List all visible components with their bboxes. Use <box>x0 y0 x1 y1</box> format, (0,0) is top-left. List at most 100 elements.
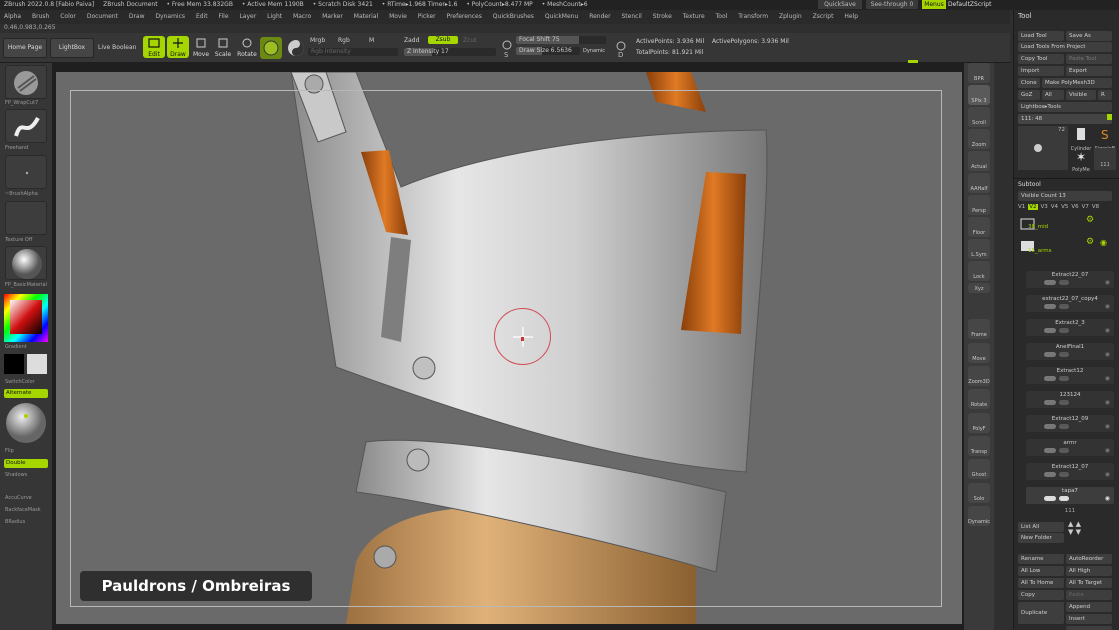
make-polymesh-button[interactable]: Make PolyMesh3D <box>1042 78 1112 88</box>
toggle-icon[interactable] <box>1059 496 1069 501</box>
draw-button[interactable]: Draw <box>167 36 189 58</box>
all-low-button[interactable]: All Low <box>1018 566 1064 576</box>
subtool-row[interactable]: Extract2_3 ◉ <box>1026 319 1114 336</box>
menu-render[interactable]: Render <box>589 13 610 20</box>
new-folder-button[interactable]: New Folder <box>1018 533 1064 543</box>
load-tool-button[interactable]: Load Tool <box>1018 31 1064 41</box>
menu-quickbrushes[interactable]: QuickBrushes <box>493 13 534 20</box>
subtool-row[interactable]: Extract22_07 ◉ <box>1026 271 1114 288</box>
flip-button[interactable]: Flip <box>5 448 14 454</box>
rgb-intensity-slider[interactable]: Rgb Intensity <box>308 48 398 56</box>
copy-button[interactable]: Copy <box>1018 590 1064 600</box>
dynamic-view-button[interactable]: Dynamic <box>968 506 990 526</box>
bradius-button[interactable]: BRadius <box>5 519 25 525</box>
menu-layer[interactable]: Layer <box>239 13 256 20</box>
menu-macro[interactable]: Macro <box>293 13 311 20</box>
transp-button[interactable]: Transp <box>968 436 990 456</box>
toggle-icon[interactable] <box>1059 472 1069 477</box>
v7-tab[interactable]: V7 <box>1082 204 1089 210</box>
menu-quickmenu[interactable]: QuickMenu <box>545 13 578 20</box>
backfacemask-button[interactable]: BackfaceMask <box>5 507 41 513</box>
arrow-buttons[interactable]: ▲ ▲ ▼ ▼ <box>1068 520 1112 544</box>
duplicate-button[interactable]: Duplicate <box>1018 602 1064 624</box>
eye-icon[interactable]: ◉ <box>1105 423 1110 430</box>
list-all-button[interactable]: List All <box>1018 522 1064 532</box>
eye-icon[interactable]: ◉ <box>1105 303 1110 310</box>
zcut-button[interactable]: Zcut <box>463 37 477 44</box>
menu-zplugin[interactable]: Zplugin <box>779 13 802 20</box>
subtool-row[interactable]: extract22_07_copy4 ◉ <box>1026 295 1114 312</box>
material-sphere-button[interactable] <box>260 37 282 59</box>
v5-tab[interactable]: V5 <box>1061 204 1068 210</box>
zadd-button[interactable]: Zadd <box>404 37 419 44</box>
draw-size-slider[interactable]: Draw Size 6.5636 <box>516 47 580 55</box>
v2-tab[interactable]: V2 <box>1028 204 1038 210</box>
scroll-button[interactable]: Scroll <box>968 107 990 127</box>
switchcolor-button[interactable]: SwitchColor <box>5 379 35 385</box>
v6-tab[interactable]: V6 <box>1071 204 1078 210</box>
frame-button[interactable]: Frame <box>968 319 990 339</box>
scale-button[interactable]: Scale <box>212 36 234 58</box>
brush-thumbnail[interactable] <box>5 65 47 99</box>
toggle-icon[interactable] <box>1059 280 1069 285</box>
simpleb-tool[interactable]: S SimpleB <box>1094 126 1116 152</box>
persp-button[interactable]: Persp <box>968 195 990 215</box>
eye-icon[interactable]: ◉ <box>1105 375 1110 382</box>
toggle-icon[interactable] <box>1044 448 1056 453</box>
toggle-icon[interactable] <box>1044 496 1056 501</box>
eye-icon[interactable]: ◉ <box>1105 471 1110 478</box>
zsub-button[interactable]: Zsub <box>428 36 458 44</box>
all-high-button[interactable]: All High <box>1066 566 1112 576</box>
zoom-button[interactable]: Zoom <box>968 129 990 149</box>
gear-icon-2[interactable]: ⚙ <box>1086 237 1094 247</box>
visible-button[interactable]: Visible <box>1066 90 1096 100</box>
eye-icon[interactable]: ◉ <box>1105 351 1110 358</box>
subtool-row[interactable]: Extract12 ◉ <box>1026 367 1114 384</box>
toggle-icon[interactable] <box>1059 400 1069 405</box>
actual-button[interactable]: Actual <box>968 151 990 171</box>
m-button[interactable]: M <box>369 37 374 44</box>
save-as-button[interactable]: Save As <box>1066 31 1112 41</box>
material-thumbnail[interactable] <box>5 246 47 280</box>
subtool-row[interactable]: Extract12_07 ◉ <box>1026 463 1114 480</box>
eye-icon[interactable]: ◉ <box>1105 399 1110 406</box>
polymesh-tool[interactable]: ✶ PolyMe <box>1070 148 1092 173</box>
bpr-button[interactable]: BPR <box>968 63 990 83</box>
all-to-home-button[interactable]: All To Home <box>1018 578 1064 588</box>
menu-stencil[interactable]: Stencil <box>622 13 642 20</box>
menus-button[interactable]: Menus <box>922 0 946 9</box>
ghost-button[interactable]: Ghost <box>968 459 990 479</box>
menu-preferences[interactable]: Preferences <box>447 13 482 20</box>
gear-icon[interactable]: ⚙ <box>1086 215 1094 225</box>
rotate-button[interactable]: Rotate <box>236 36 258 58</box>
dynamic-button[interactable]: Dynamic <box>583 48 605 54</box>
toggle-icon[interactable] <box>1059 352 1069 357</box>
double-button[interactable]: Double <box>4 459 48 468</box>
texture-thumbnail[interactable] <box>5 201 47 235</box>
menu-tool[interactable]: Tool <box>716 13 728 20</box>
seethrough-slider[interactable]: See-through 0 <box>866 0 918 9</box>
subtool-row[interactable]: armr ◉ <box>1026 439 1114 456</box>
menu-marker[interactable]: Marker <box>322 13 343 20</box>
shadows-button[interactable]: Shadows <box>5 472 27 478</box>
alpha-thumbnail[interactable] <box>5 155 47 189</box>
insert-button[interactable]: Insert <box>1066 614 1112 624</box>
eye-icon[interactable]: ◉ <box>1105 447 1110 454</box>
lock-button[interactable]: Lock <box>968 261 990 281</box>
subtool-row[interactable]: Extract12_09 ◉ <box>1026 415 1114 432</box>
menu-file[interactable]: File <box>219 13 229 20</box>
xyz-button[interactable]: Xyz <box>968 283 990 293</box>
menu-stroke[interactable]: Stroke <box>653 13 672 20</box>
menu-zscript[interactable]: Zscript <box>813 13 834 20</box>
tool-111[interactable]: 111 <box>1094 148 1116 170</box>
paste-button[interactable]: Paste <box>1066 590 1112 600</box>
lsym-button[interactable]: L.Sym <box>968 239 990 259</box>
lightbox-button[interactable]: LightBox <box>50 38 94 58</box>
defaultzscript-button[interactable]: DefaultZScript <box>948 0 992 9</box>
alternate-button[interactable]: Alternate <box>4 389 48 398</box>
visible-count-slider[interactable]: Visible Count 13 <box>1018 191 1112 201</box>
rotate-view-button[interactable]: Rotate <box>968 389 990 409</box>
zoom3d-button[interactable]: Zoom3D <box>968 366 990 386</box>
r-button[interactable]: R <box>1098 90 1112 100</box>
eye-icon[interactable]: ◉ <box>1100 238 1107 247</box>
